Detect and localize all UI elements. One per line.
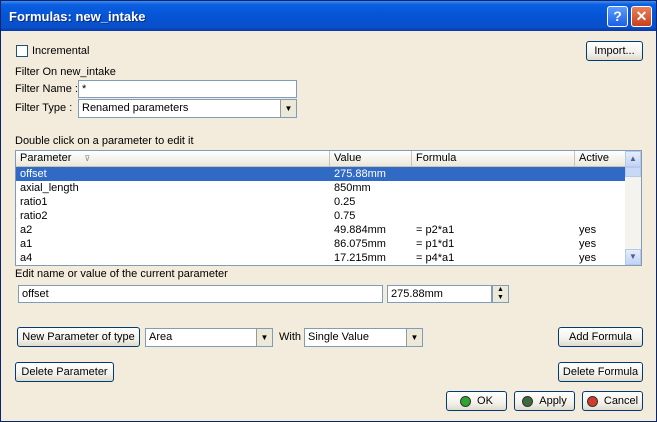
- column-header-formula[interactable]: Formula: [412, 151, 575, 167]
- table-row[interactable]: offset 275.88mm: [16, 167, 626, 181]
- spin-down-icon[interactable]: ▼: [493, 294, 508, 302]
- table-hint-label: Double click on a parameter to edit it: [15, 135, 194, 147]
- filter-name-label: Filter Name :: [15, 83, 78, 95]
- title-bar[interactable]: Formulas: new_intake ? ✕: [1, 1, 656, 31]
- chevron-down-icon[interactable]: ▼: [406, 329, 422, 346]
- cancel-button[interactable]: Cancel: [582, 391, 643, 411]
- ok-button[interactable]: OK: [446, 391, 507, 411]
- value-spinner[interactable]: ▲ ▼: [492, 285, 509, 303]
- apply-icon: [522, 395, 534, 407]
- value-kind-value: Single Value: [308, 331, 369, 343]
- parameter-type-value: Area: [149, 331, 173, 343]
- value-kind-select[interactable]: Single Value ▼: [304, 328, 423, 347]
- new-parameter-button[interactable]: New Parameter of type: [17, 327, 140, 347]
- apply-button[interactable]: Apply: [514, 391, 575, 411]
- add-formula-button[interactable]: Add Formula: [558, 327, 643, 347]
- parameter-name-input[interactable]: offset: [18, 285, 383, 303]
- filter-on-label: Filter On new_intake: [15, 66, 116, 78]
- table-row[interactable]: axial_length 850mm: [16, 181, 626, 195]
- delete-parameter-button[interactable]: Delete Parameter: [15, 362, 114, 382]
- chevron-down-icon[interactable]: ▼: [256, 329, 272, 346]
- table-scrollbar[interactable]: ▲ ▼: [625, 151, 641, 265]
- scroll-down-icon[interactable]: ▼: [625, 249, 641, 265]
- with-label: With: [279, 331, 301, 343]
- column-header-active[interactable]: Active: [575, 151, 626, 167]
- incremental-label: Incremental: [32, 45, 90, 57]
- sort-icon: ⊽: [84, 154, 91, 163]
- filter-name-input[interactable]: *: [78, 80, 297, 98]
- scroll-up-icon[interactable]: ▲: [625, 151, 641, 167]
- import-button[interactable]: Import...: [586, 41, 643, 61]
- column-header-value[interactable]: Value: [330, 151, 412, 167]
- close-button[interactable]: ✕: [631, 6, 652, 27]
- window-title: Formulas: new_intake: [9, 9, 146, 24]
- filter-type-label: Filter Type :: [15, 102, 73, 114]
- help-button[interactable]: ?: [607, 6, 628, 27]
- parameters-table: Parameter ⊽ Value Formula Active offset …: [15, 150, 642, 266]
- cancel-icon: [586, 395, 598, 407]
- edit-label: Edit name or value of the current parame…: [15, 268, 228, 280]
- delete-formula-button[interactable]: Delete Formula: [558, 362, 643, 382]
- ok-icon: [460, 395, 472, 407]
- formulas-dialog: Formulas: new_intake ? ✕ Incremental Imp…: [0, 0, 657, 422]
- table-row[interactable]: a2 49.884mm = p2*a1 yes: [16, 223, 626, 237]
- scrollbar-thumb[interactable]: [625, 167, 641, 177]
- filter-type-value: Renamed parameters: [82, 102, 189, 114]
- table-row[interactable]: a4 17.215mm = p4*a1 yes: [16, 251, 626, 265]
- incremental-checkbox[interactable]: [16, 45, 28, 57]
- chevron-down-icon[interactable]: ▼: [280, 100, 296, 117]
- table-header: Parameter ⊽ Value Formula Active: [16, 151, 626, 167]
- table-row[interactable]: ratio1 0.25: [16, 195, 626, 209]
- parameter-type-select[interactable]: Area ▼: [145, 328, 273, 347]
- table-row[interactable]: ratio2 0.75: [16, 209, 626, 223]
- filter-type-select[interactable]: Renamed parameters ▼: [78, 99, 297, 118]
- spin-up-icon[interactable]: ▲: [493, 286, 508, 294]
- column-header-parameter[interactable]: Parameter ⊽: [16, 151, 330, 167]
- table-row[interactable]: a1 86.075mm = p1*d1 yes: [16, 237, 626, 251]
- parameter-value-input[interactable]: 275.88mm: [387, 285, 492, 303]
